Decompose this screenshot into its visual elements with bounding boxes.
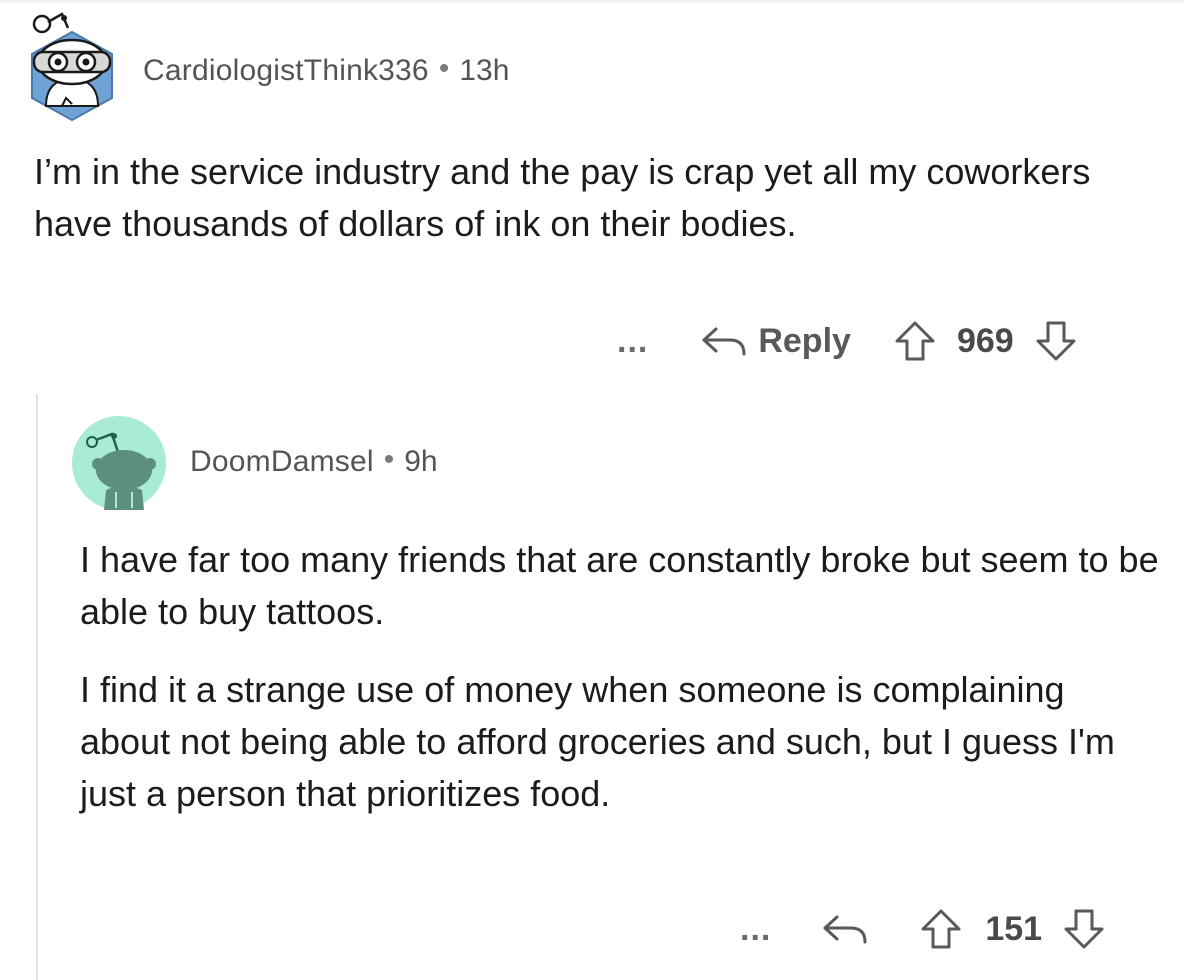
- comment-2-vote-count: 151: [985, 909, 1043, 948]
- more-options-button[interactable]: ...: [617, 322, 648, 361]
- comment-2-paragraph-2: I find it a strange use of money when so…: [80, 669, 1115, 814]
- comment-1-actions: ... Reply 969: [617, 316, 1078, 366]
- comment-2-timestamp[interactable]: 9h: [404, 445, 437, 479]
- upvote-arrow-icon[interactable]: [919, 907, 963, 951]
- comment-2-paragraph-1: I have far too many friends that are con…: [80, 539, 1159, 632]
- comment-2-header: DoomDamsel • 9h: [190, 443, 438, 479]
- downvote-arrow-icon[interactable]: [1062, 907, 1106, 951]
- comment-1-avatar[interactable]: [24, 10, 120, 122]
- comment-2-avatar[interactable]: [72, 416, 166, 510]
- comment-2-actions: ... 151: [740, 904, 1106, 954]
- snoo-avatar-icon: [72, 416, 166, 510]
- comment-1-username[interactable]: CardiologistThink336: [143, 54, 429, 88]
- comment-1-header: CardiologistThink336 • 13h: [143, 52, 509, 88]
- more-options-button[interactable]: ...: [740, 910, 771, 949]
- comment-1-vote-count: 969: [956, 321, 1014, 360]
- comment-2-username[interactable]: DoomDamsel: [190, 445, 374, 479]
- snoo-avatar-icon: [31, 12, 113, 122]
- reply-arrow-icon: [702, 327, 746, 356]
- comment-1-timestamp[interactable]: 13h: [459, 54, 509, 88]
- reply-button[interactable]: Reply: [700, 322, 851, 361]
- comment-1-paragraph: I’m in the service industry and the pay …: [34, 151, 1091, 244]
- downvote-arrow-icon[interactable]: [1034, 319, 1078, 363]
- top-divider: [0, 0, 1184, 3]
- upvote-arrow-icon[interactable]: [893, 319, 937, 363]
- comment-1-separator: •: [438, 52, 450, 85]
- comment-1-body: I’m in the service industry and the pay …: [34, 146, 1144, 250]
- thread-line[interactable]: [36, 394, 38, 980]
- reply-arrow-icon[interactable]: [821, 912, 871, 946]
- comment-2-separator: •: [383, 443, 395, 476]
- reply-label: Reply: [758, 321, 851, 360]
- comment-2-body: I have far too many friends that are con…: [80, 534, 1160, 820]
